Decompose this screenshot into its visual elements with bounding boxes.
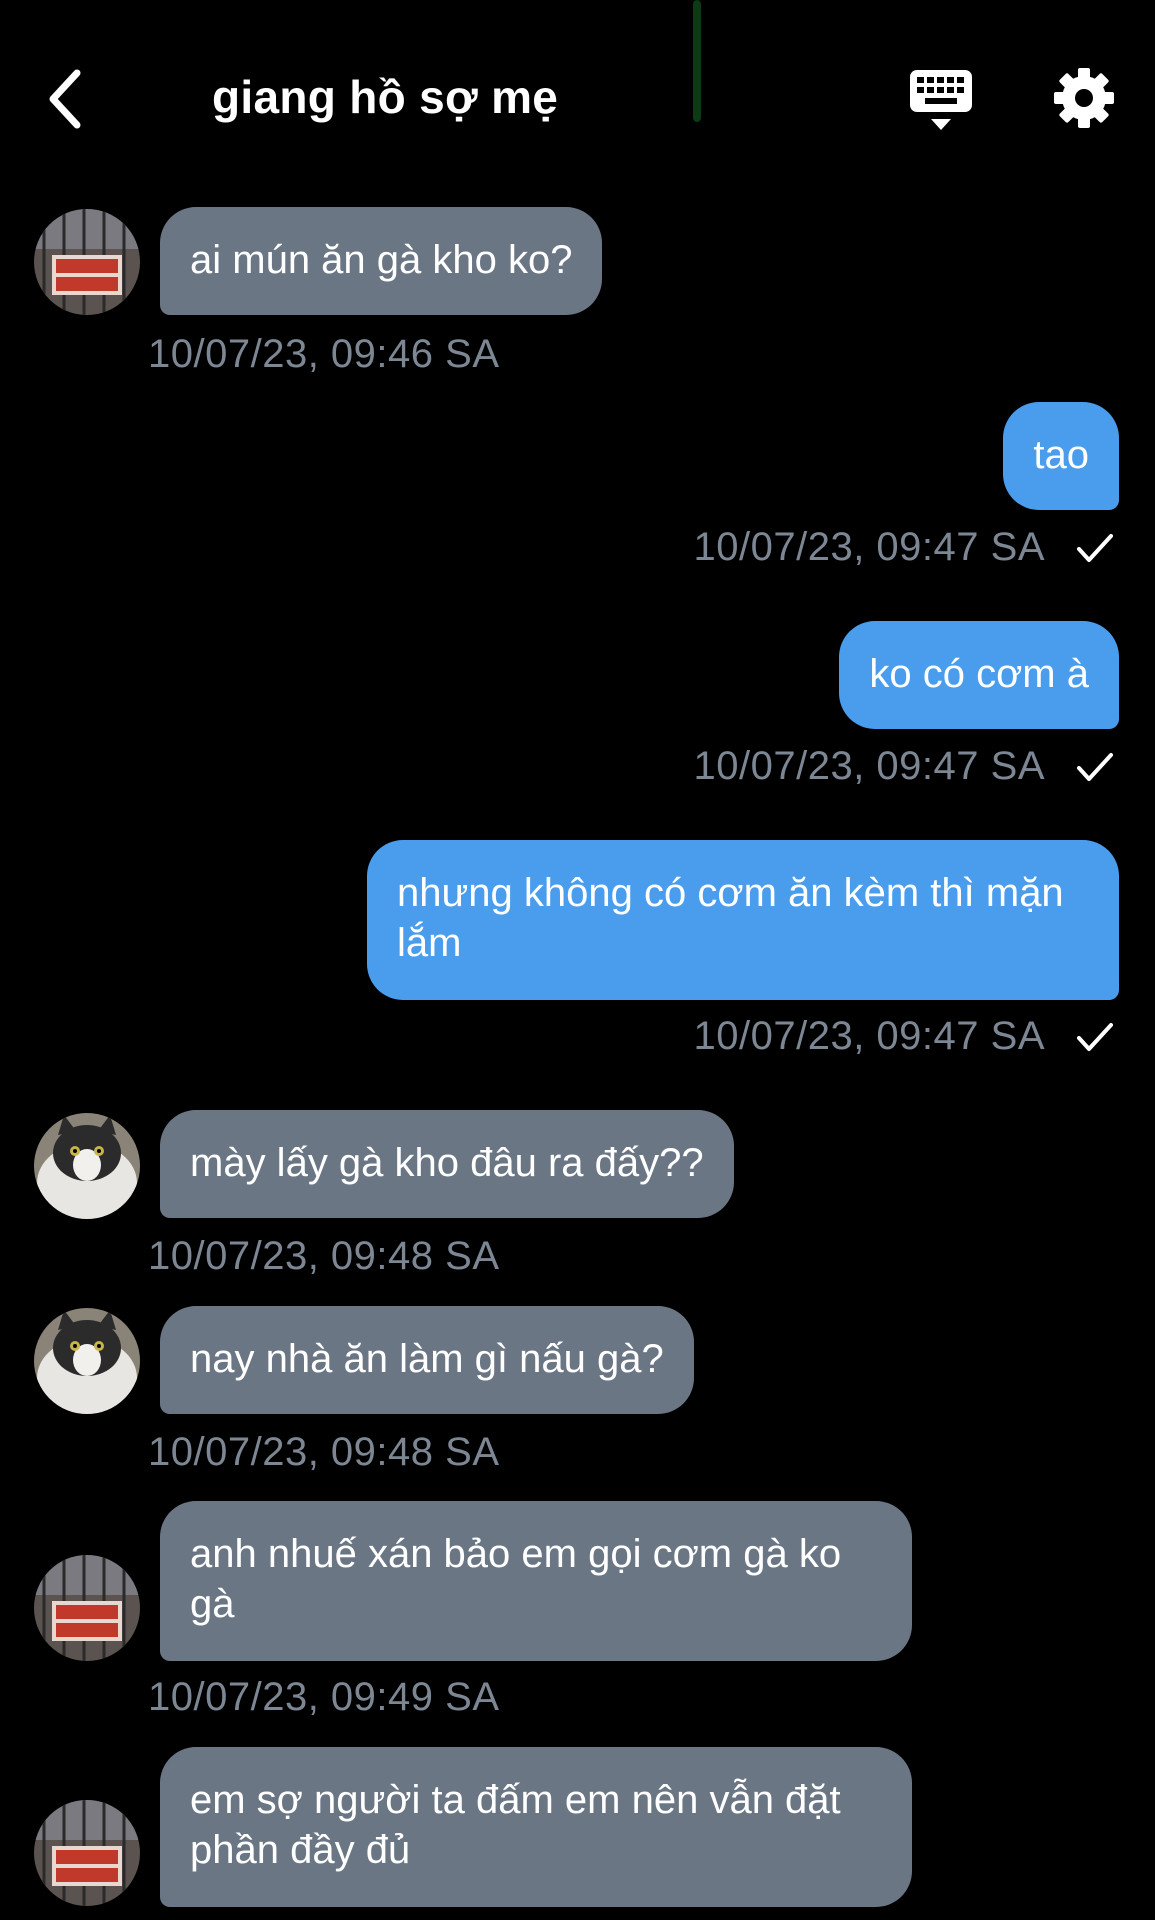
message-bubble[interactable]: em sợ người ta đấm em nên vẫn đặt phần đ… bbox=[160, 1747, 912, 1907]
keyboard-hide-icon bbox=[910, 70, 972, 130]
message-text: nhưng không có cơm ăn kèm thì mặn lắm bbox=[397, 871, 1064, 965]
message-bubble[interactable]: anh nhuế xán bảo em gọi cơm gà ko gà bbox=[160, 1501, 912, 1661]
check-icon bbox=[1077, 753, 1113, 781]
message-bubble[interactable]: nay nhà ăn làm gì nấu gà? bbox=[160, 1306, 694, 1414]
decorative-line bbox=[693, 0, 701, 122]
message-text: ai mún ăn gà kho ko? bbox=[190, 238, 573, 282]
avatar[interactable] bbox=[34, 1113, 140, 1219]
message-timestamp: 10/07/23, 09:46 SA bbox=[148, 332, 500, 376]
message-timestamp: 10/07/23, 09:47 SA bbox=[693, 525, 1045, 569]
message-text: tao bbox=[1033, 433, 1089, 477]
message-timestamp: 10/07/23, 09:48 SA bbox=[148, 1234, 500, 1278]
chat-title: giang hồ sợ mẹ bbox=[212, 71, 559, 123]
message-bubble[interactable]: nhưng không có cơm ăn kèm thì mặn lắm bbox=[367, 840, 1119, 1000]
message-timestamp: 10/07/23, 09:47 SA bbox=[693, 1014, 1045, 1058]
avatar[interactable] bbox=[34, 1555, 140, 1661]
message-text: em sợ người ta đấm em nên vẫn đặt phần đ… bbox=[190, 1778, 841, 1872]
message-text: nay nhà ăn làm gì nấu gà? bbox=[190, 1337, 664, 1381]
keyboard-button[interactable] bbox=[908, 68, 974, 134]
message-bubble[interactable]: ai mún ăn gà kho ko? bbox=[160, 207, 603, 315]
gear-icon bbox=[1054, 68, 1114, 128]
check-icon bbox=[1077, 534, 1113, 562]
settings-button[interactable] bbox=[1052, 66, 1116, 130]
avatar[interactable] bbox=[34, 209, 140, 315]
message-text: mày lấy gà kho đâu ra đấy?? bbox=[190, 1141, 704, 1185]
message-bubble[interactable]: ko có cơm à bbox=[839, 621, 1119, 729]
avatar[interactable] bbox=[34, 1308, 140, 1414]
message-text: anh nhuế xán bảo em gọi cơm gà ko gà bbox=[190, 1532, 842, 1626]
check-icon bbox=[1077, 1023, 1113, 1051]
avatar[interactable] bbox=[34, 1800, 140, 1906]
chat-header: giang hồ sợ mẹ bbox=[0, 0, 1155, 180]
message-timestamp: 10/07/23, 09:49 SA bbox=[148, 1675, 500, 1719]
message-bubble[interactable]: mày lấy gà kho đâu ra đấy?? bbox=[160, 1110, 734, 1218]
message-text: ko có cơm à bbox=[869, 652, 1089, 696]
message-bubble[interactable]: tao bbox=[1003, 402, 1119, 510]
message-timestamp: 10/07/23, 09:47 SA bbox=[693, 744, 1045, 788]
chevron-left-icon bbox=[49, 69, 81, 129]
message-timestamp: 10/07/23, 09:48 SA bbox=[148, 1430, 500, 1474]
back-button[interactable] bbox=[40, 62, 90, 136]
